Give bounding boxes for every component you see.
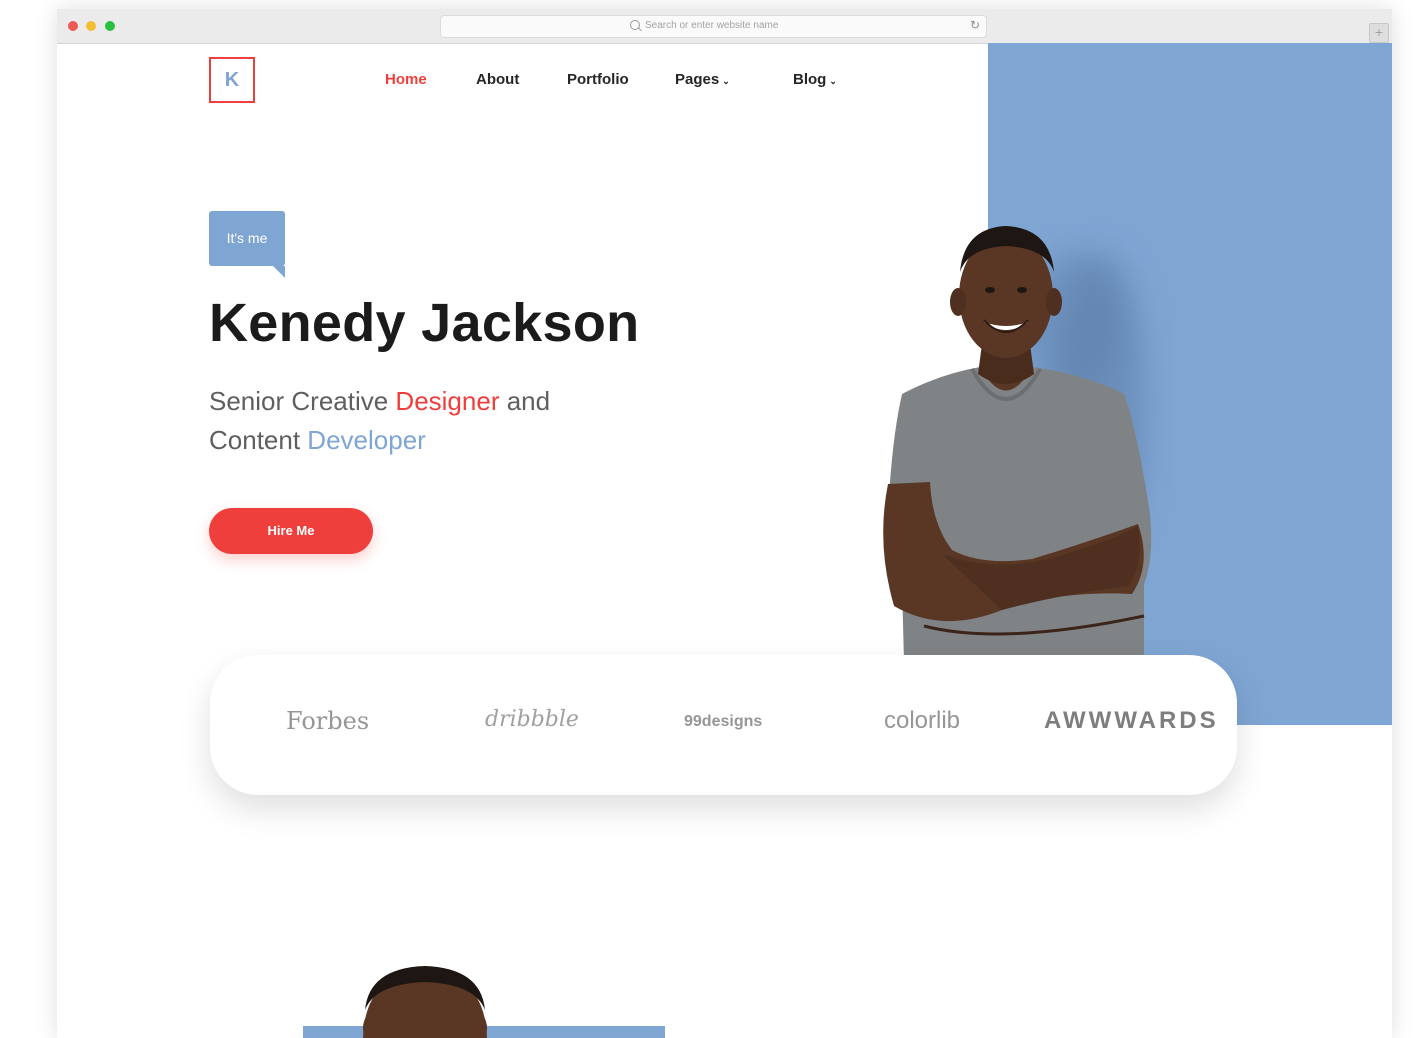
browser-titlebar: Search or enter website name ↻ + <box>57 9 1392 44</box>
site-logo[interactable]: K <box>209 57 255 103</box>
hero-title: Kenedy Jackson <box>209 293 640 353</box>
hero-person-photo <box>883 226 1152 662</box>
reload-icon[interactable]: ↻ <box>970 18 980 32</box>
intro-badge: It's me <box>209 211 285 278</box>
nav-home[interactable]: Home <box>385 71 427 88</box>
brand-logos-strip: Forbes dribbble 99designs colorlib AWWWA… <box>210 655 1237 795</box>
close-window-icon[interactable] <box>68 21 78 31</box>
subtitle-highlight-designer: Designer <box>395 386 500 416</box>
about-person-photo <box>363 966 487 1038</box>
subtitle-text: and <box>499 386 551 416</box>
logo-letter: K <box>224 69 240 91</box>
brand-awwwards: AWWWARDS <box>1044 707 1219 734</box>
brand-forbes: Forbes <box>286 707 370 735</box>
nav-pages-label: Pages <box>675 71 720 88</box>
subtitle-text: Senior Creative <box>209 386 396 416</box>
nav-pages[interactable]: Pages ⌄ <box>675 71 730 88</box>
hero-subtitle-line-1: Senior Creative Designer and <box>209 386 550 417</box>
nav-about[interactable]: About <box>476 71 519 88</box>
brand-99designs: 99designs <box>684 713 763 730</box>
brand-dribbble: dribbble <box>485 707 579 732</box>
address-bar[interactable]: Search or enter website name ↻ <box>440 15 987 38</box>
hire-me-button[interactable]: Hire Me <box>209 508 373 554</box>
nav-blog[interactable]: Blog ⌄ <box>793 71 837 88</box>
brand-colorlib: colorlib <box>884 707 961 734</box>
intro-badge-text: It's me <box>226 230 268 246</box>
hero-subtitle-line-2: Content Developer <box>209 425 426 456</box>
nav-portfolio[interactable]: Portfolio <box>567 71 629 88</box>
maximize-window-icon[interactable] <box>105 21 115 31</box>
minimize-window-icon[interactable] <box>86 21 96 31</box>
browser-window: Search or enter website name ↻ + K Home … <box>57 9 1392 1038</box>
address-placeholder: Search or enter website name <box>645 20 779 31</box>
search-icon <box>630 20 640 30</box>
subtitle-text: Content <box>209 425 308 455</box>
chevron-down-icon: ⌄ <box>829 76 837 86</box>
subtitle-highlight-developer: Developer <box>307 425 426 455</box>
nav-blog-label: Blog <box>793 71 827 88</box>
chevron-down-icon: ⌄ <box>722 76 730 86</box>
new-tab-button[interactable]: + <box>1369 23 1389 43</box>
